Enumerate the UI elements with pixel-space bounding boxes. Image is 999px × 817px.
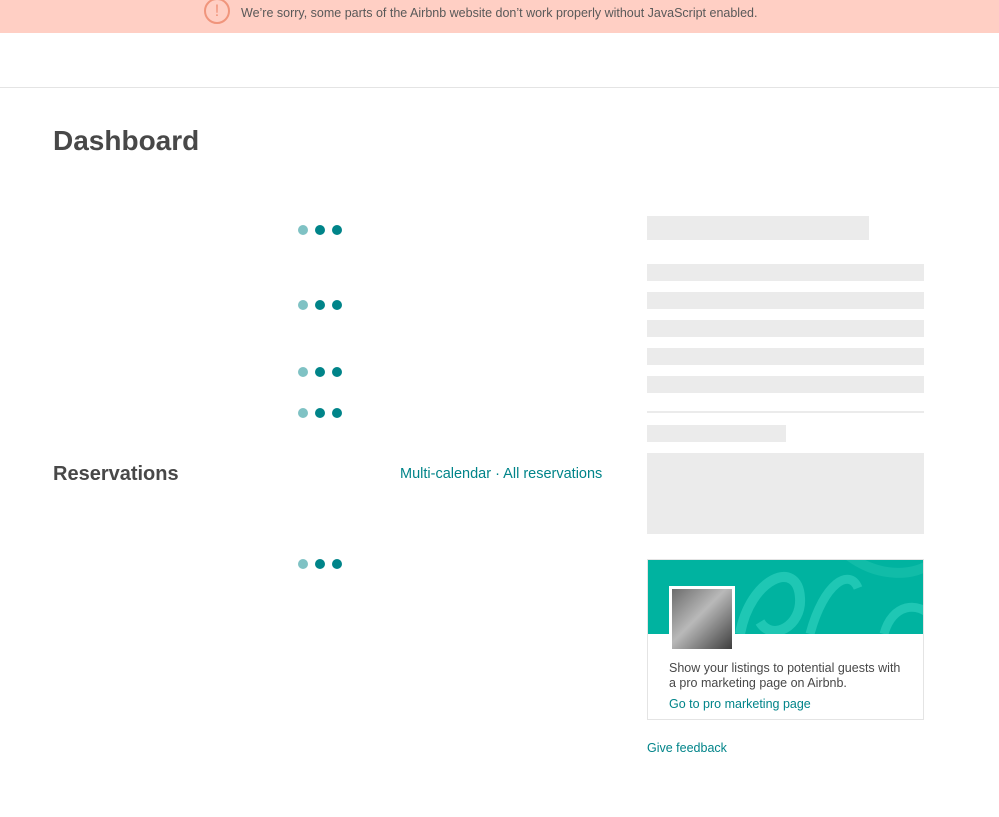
- loading-indicator: [298, 300, 344, 312]
- loading-dot: [298, 408, 308, 418]
- loading-dot: [332, 559, 342, 569]
- pro-marketing-page-link[interactable]: Go to pro marketing page: [669, 697, 811, 711]
- loading-dot: [332, 367, 342, 377]
- sidebar-heading-placeholder: [647, 216, 869, 240]
- loading-dot: [332, 408, 342, 418]
- sidebar-divider: [647, 411, 924, 413]
- banner-message: We’re sorry, some parts of the Airbnb we…: [241, 6, 758, 20]
- exclamation-icon: !: [204, 0, 230, 24]
- loading-dot: [315, 225, 325, 235]
- loading-dot: [315, 559, 325, 569]
- loading-dot: [298, 300, 308, 310]
- multi-calendar-link[interactable]: Multi-calendar: [400, 466, 491, 482]
- page-title: Dashboard: [53, 125, 200, 156]
- links-separator: ·: [491, 466, 504, 482]
- sidebar-line-placeholder: [647, 320, 924, 337]
- loading-dot: [298, 559, 308, 569]
- reservations-links: Multi-calendar · All reservations: [400, 466, 602, 482]
- all-reservations-link[interactable]: All reservations: [503, 466, 602, 482]
- top-navigation-bar: [0, 33, 999, 88]
- javascript-warning-banner: ! We’re sorry, some parts of the Airbnb …: [0, 0, 999, 33]
- sidebar-line-placeholder: [647, 264, 924, 281]
- sidebar-subheading-placeholder: [647, 425, 786, 442]
- loading-indicator: [298, 408, 344, 420]
- loading-indicator: [298, 225, 344, 237]
- give-feedback-link[interactable]: Give feedback: [647, 741, 727, 755]
- sidebar-block-placeholder: [647, 453, 924, 534]
- loading-indicator: [298, 559, 344, 571]
- reservations-title: Reservations: [53, 463, 179, 485]
- sidebar-line-placeholder: [647, 348, 924, 365]
- loading-indicator: [298, 367, 344, 379]
- sidebar-line-placeholder: [647, 376, 924, 393]
- sidebar-line-placeholder: [647, 292, 924, 309]
- loading-dot: [315, 300, 325, 310]
- loading-dot: [315, 367, 325, 377]
- pro-marketing-card: Show your listings to potential guests w…: [647, 559, 924, 720]
- loading-dot: [298, 225, 308, 235]
- loading-dot: [332, 300, 342, 310]
- host-photo: [669, 586, 735, 652]
- loading-dot: [332, 225, 342, 235]
- loading-dot: [298, 367, 308, 377]
- loading-dot: [315, 408, 325, 418]
- promo-description: Show your listings to potential guests w…: [669, 661, 901, 690]
